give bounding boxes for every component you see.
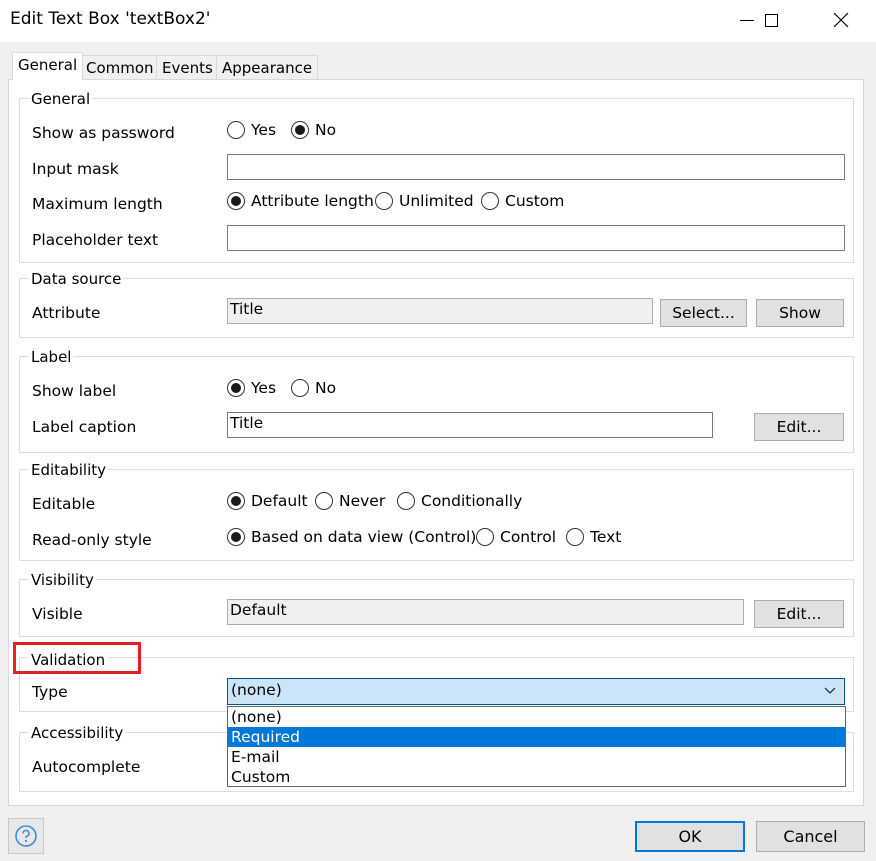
- radio-label: No: [315, 379, 337, 397]
- show-attribute-button[interactable]: Show: [756, 299, 844, 327]
- validation-option-email[interactable]: E-mail: [228, 747, 845, 767]
- maximize-button[interactable]: [748, 0, 794, 40]
- readonly-control-radio[interactable]: Control: [476, 528, 556, 546]
- tab-appearance[interactable]: Appearance: [216, 55, 319, 80]
- tab-events[interactable]: Events: [156, 55, 219, 80]
- select-attribute-button[interactable]: Select...: [660, 299, 747, 327]
- visibility-group-legend: Visibility: [29, 571, 96, 589]
- placeholder-text-field[interactable]: [227, 225, 845, 251]
- radio-circle-icon: [375, 192, 393, 210]
- help-icon: [15, 825, 37, 847]
- validation-option-required[interactable]: Required: [228, 727, 845, 747]
- radio-circle-icon: [476, 528, 494, 546]
- radio-label: Based on data view (Control): [251, 528, 477, 546]
- readonly-based-on-dataview-radio[interactable]: Based on data view (Control): [227, 528, 476, 546]
- edit-visibility-button[interactable]: Edit...: [754, 600, 844, 628]
- autocomplete-label: Autocomplete: [32, 758, 141, 776]
- radio-label: Text: [590, 528, 622, 546]
- maximize-icon: [764, 13, 778, 27]
- max-length-unlimited-radio[interactable]: Unlimited: [375, 192, 474, 210]
- attribute-field[interactable]: Title: [227, 298, 653, 324]
- tab-common[interactable]: Common: [80, 55, 160, 80]
- validation-option-custom[interactable]: Custom: [228, 767, 845, 787]
- radio-circle-icon: [227, 121, 245, 139]
- show-label-yes-radio[interactable]: Yes: [227, 379, 276, 397]
- radio-circle-icon: [397, 492, 415, 510]
- window-title: Edit Text Box 'textBox2': [10, 9, 211, 29]
- help-button[interactable]: [8, 818, 44, 854]
- validation-type-selected: (none): [231, 681, 282, 699]
- show-password-no-radio[interactable]: No: [291, 121, 336, 139]
- validation-highlight-box: [13, 642, 141, 674]
- editable-label: Editable: [32, 495, 96, 513]
- placeholder-text-label: Placeholder text: [32, 231, 159, 249]
- editable-conditionally-radio[interactable]: Conditionally: [397, 492, 522, 510]
- accessibility-group-legend: Accessibility: [29, 724, 126, 742]
- label-caption-label: Label caption: [32, 418, 137, 436]
- radio-label: Default: [251, 492, 308, 510]
- readonly-text-radio[interactable]: Text: [566, 528, 621, 546]
- show-password-label: Show as password: [32, 124, 175, 142]
- editable-never-radio[interactable]: Never: [315, 492, 385, 510]
- radio-label: Control: [500, 528, 557, 546]
- label-caption-field[interactable]: Title: [227, 412, 713, 438]
- cancel-button[interactable]: Cancel: [756, 821, 865, 852]
- edit-caption-button[interactable]: Edit...: [754, 413, 844, 441]
- radio-label: Conditionally: [421, 492, 523, 510]
- title-bar: Edit Text Box 'textBox2': [0, 0, 876, 42]
- editable-default-radio[interactable]: Default: [227, 492, 308, 510]
- radio-checked-icon: [291, 121, 309, 139]
- readonly-style-label: Read-only style: [32, 531, 152, 549]
- radio-circle-icon: [481, 192, 499, 210]
- ok-button[interactable]: OK: [635, 821, 745, 852]
- max-length-attribute-radio[interactable]: Attribute length: [227, 192, 374, 210]
- radio-checked-icon: [227, 379, 245, 397]
- radio-circle-icon: [566, 528, 584, 546]
- label-group: Label: [19, 348, 854, 453]
- validation-type-dropdown[interactable]: (none): [227, 678, 845, 705]
- radio-label: No: [315, 121, 337, 139]
- radio-label: Never: [339, 492, 386, 510]
- radio-circle-icon: [291, 379, 309, 397]
- visible-label: Visible: [32, 605, 83, 623]
- radio-checked-icon: [227, 192, 245, 210]
- radio-checked-icon: [227, 492, 245, 510]
- input-mask-field[interactable]: [227, 154, 845, 180]
- visible-field[interactable]: Default: [227, 599, 744, 625]
- close-button[interactable]: [818, 0, 864, 40]
- data-source-group-legend: Data source: [29, 270, 124, 288]
- radio-checked-icon: [227, 528, 245, 546]
- show-label-no-radio[interactable]: No: [291, 379, 336, 397]
- validation-option-none[interactable]: (none): [228, 707, 845, 727]
- show-label-label: Show label: [32, 382, 117, 400]
- radio-label: Attribute length: [251, 192, 374, 210]
- input-mask-label: Input mask: [32, 160, 119, 178]
- radio-label: Yes: [251, 121, 277, 139]
- close-icon: [833, 12, 849, 28]
- radio-label: Custom: [505, 192, 565, 210]
- chevron-down-icon: [824, 687, 836, 694]
- editability-group-legend: Editability: [29, 461, 109, 479]
- validation-type-options-list: (none) Required E-mail Custom: [227, 706, 846, 787]
- label-group-legend: Label: [29, 348, 74, 366]
- max-length-custom-radio[interactable]: Custom: [481, 192, 564, 210]
- tab-general[interactable]: General: [12, 52, 84, 80]
- show-password-yes-radio[interactable]: Yes: [227, 121, 276, 139]
- validation-type-label: Type: [32, 683, 68, 701]
- general-group-legend: General: [29, 90, 93, 108]
- radio-circle-icon: [315, 492, 333, 510]
- maximum-length-label: Maximum length: [32, 195, 163, 213]
- attribute-label: Attribute: [32, 304, 101, 322]
- radio-label: Yes: [251, 379, 277, 397]
- radio-label: Unlimited: [399, 192, 474, 210]
